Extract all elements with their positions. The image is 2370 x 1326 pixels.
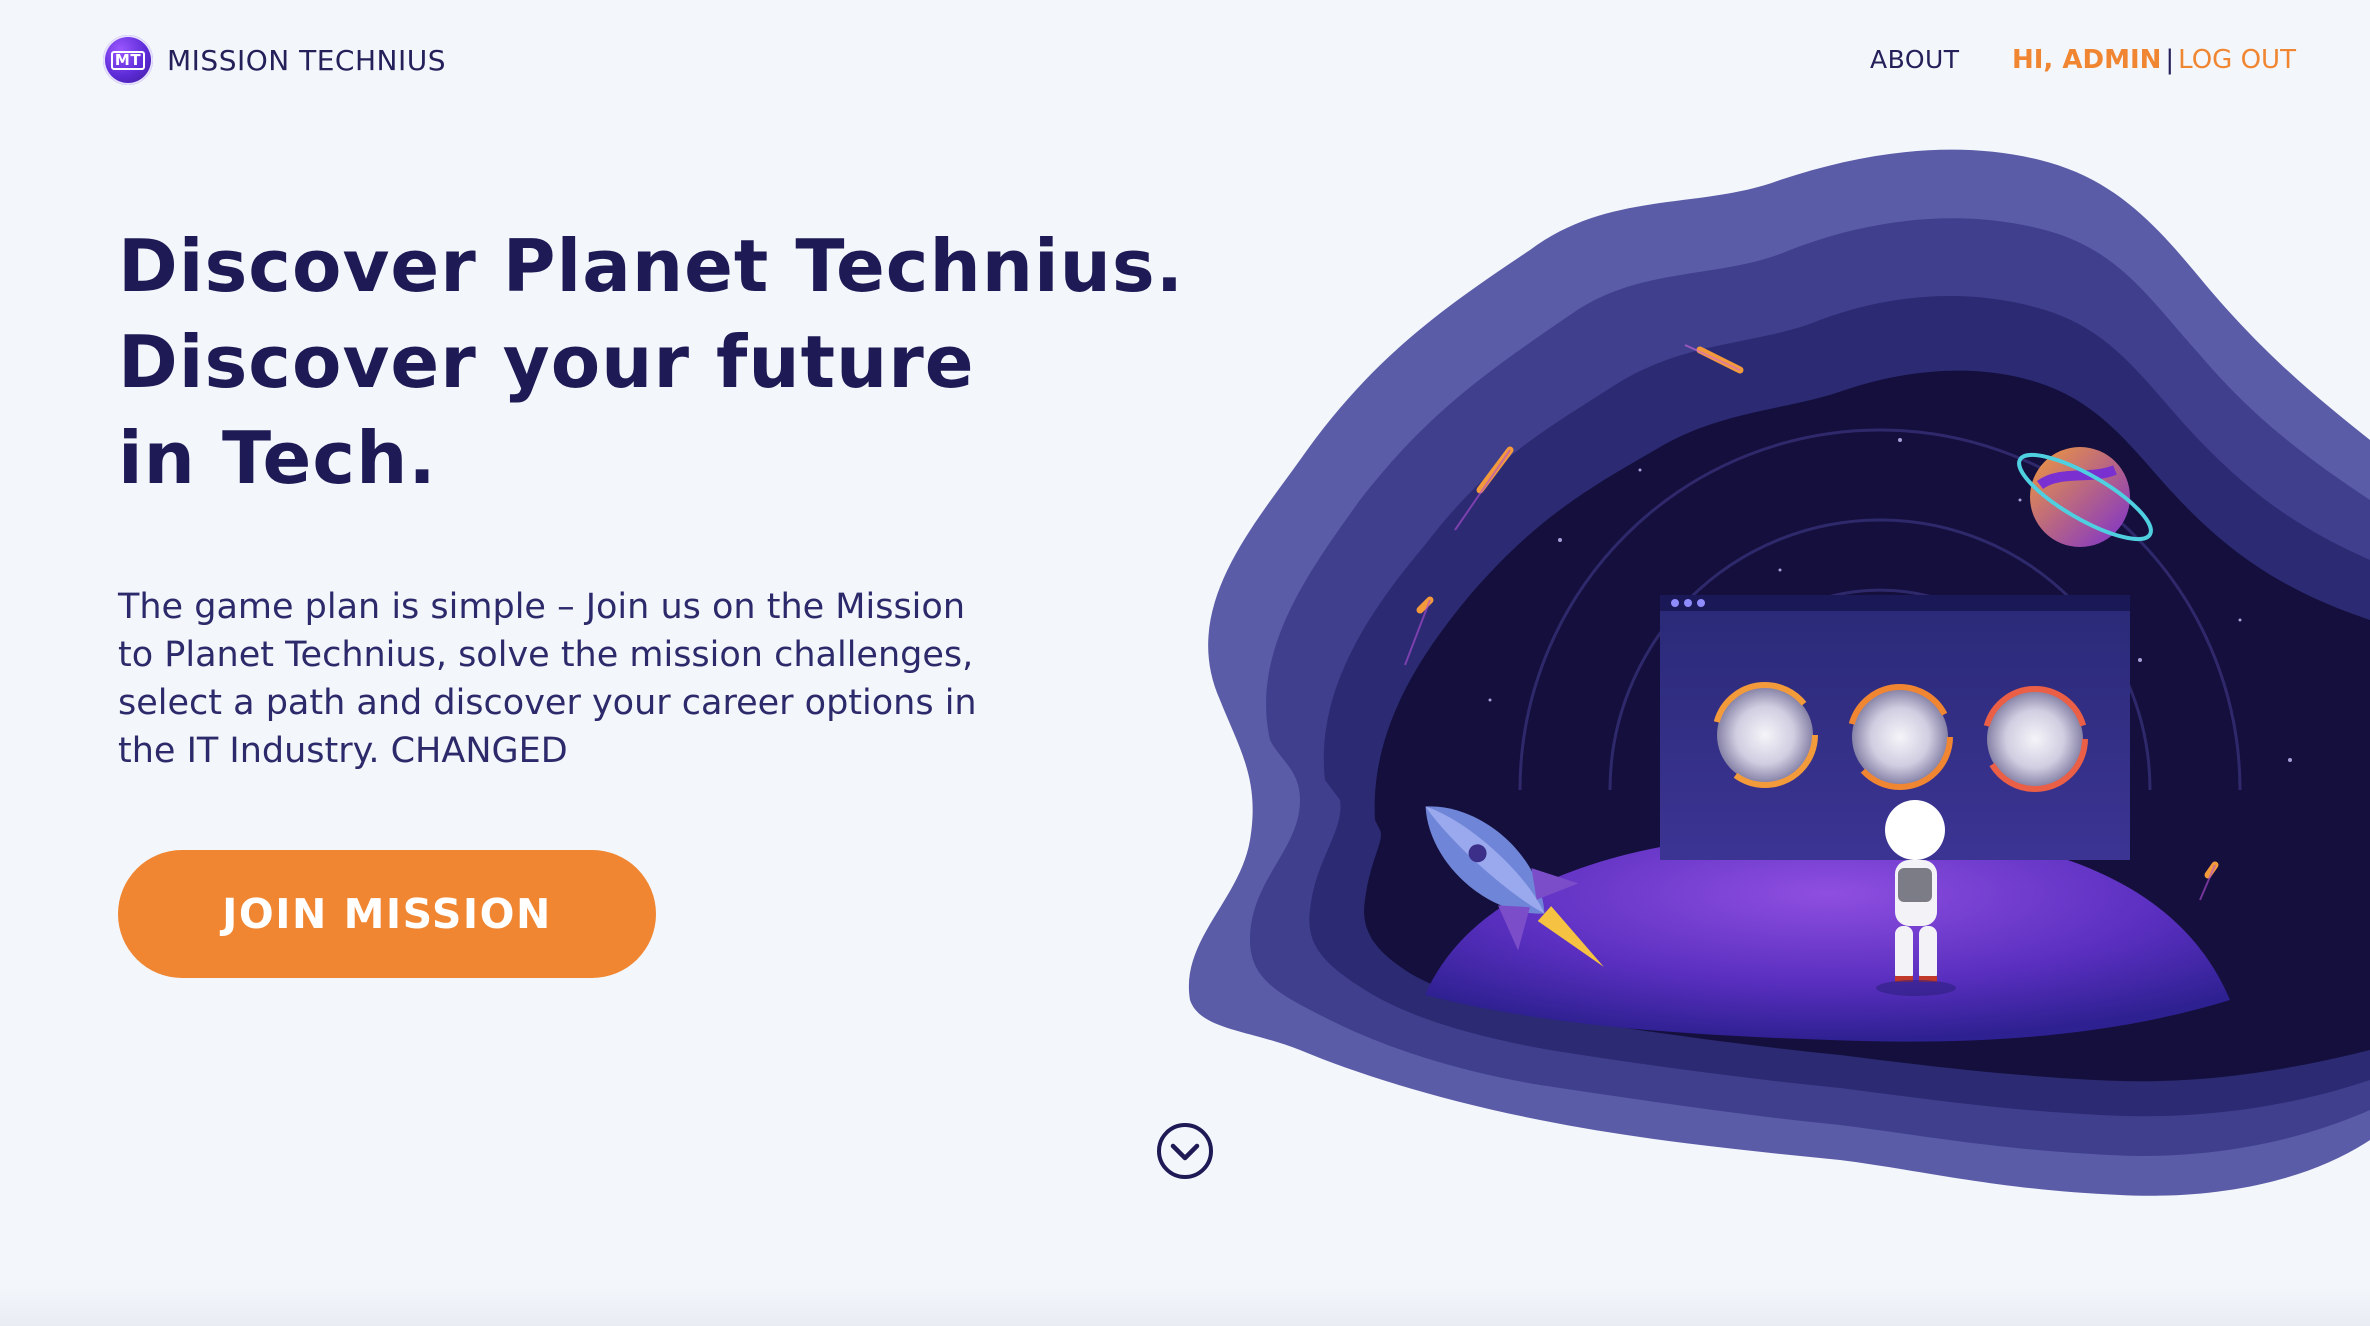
- hero-description: The game plan is simple – Join us on the…: [118, 587, 977, 771]
- logo-mark: MT: [110, 50, 146, 70]
- user-greeting: HI, ADMIN: [2012, 45, 2162, 75]
- page-bottom-shade: [0, 1286, 2370, 1326]
- headline-line-2: Discover your future: [118, 320, 975, 404]
- logo-icon: MT: [103, 35, 153, 85]
- space-cave-illustration: [1188, 149, 2370, 1196]
- brand-link[interactable]: MT MISSION TECHNIUS: [103, 35, 446, 85]
- user-menu: HI, ADMIN | LOG OUT: [2012, 45, 2296, 75]
- headline-line-1: Discover Planet Technius.: [118, 224, 1185, 308]
- join-mission-button[interactable]: JOIN MISSION: [118, 850, 656, 978]
- mission-orbs: [1712, 682, 2088, 792]
- nav-separator: |: [2165, 45, 2175, 75]
- site-header: MT MISSION TECHNIUS ABOUT HI, ADMIN | LO…: [0, 0, 2370, 120]
- hero-headline: Discover Planet Technius. Discover your …: [118, 218, 1185, 506]
- brand-name: MISSION TECHNIUS: [167, 43, 446, 77]
- nav-about-link[interactable]: ABOUT: [1870, 45, 1960, 74]
- headline-line-3: in Tech.: [118, 416, 437, 500]
- logout-link[interactable]: LOG OUT: [2178, 45, 2296, 75]
